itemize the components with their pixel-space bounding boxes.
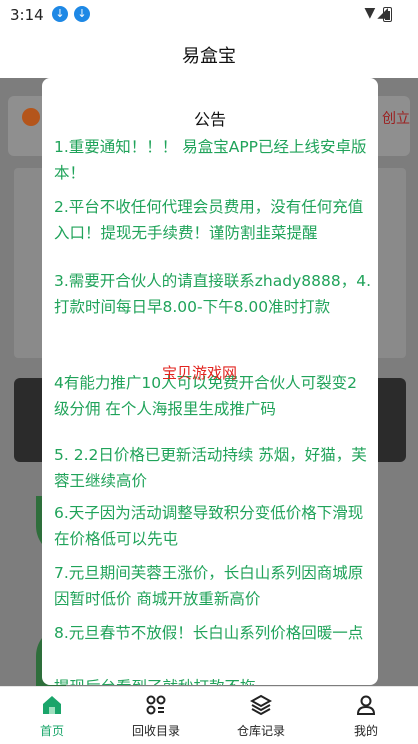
app-header: 易盒宝	[0, 30, 418, 78]
modal-title: 公告	[193, 110, 226, 129]
background-link: 创立	[382, 111, 410, 127]
status-time: 3:14	[10, 6, 44, 24]
notice-item: 1.重要通知！！！ 易盒宝APP已经上线安卓版本！	[54, 138, 367, 182]
tab-warehouse-records[interactable]: 仓库记录	[209, 687, 313, 744]
battery-icon	[383, 7, 392, 22]
bottom-tab-bar: 首页 回收目录 仓库记录 我的	[0, 686, 418, 744]
tab-home[interactable]: 首页	[0, 687, 104, 744]
notice-item: 提现后台看到了就秒打款不拖	[54, 674, 372, 685]
tab-recycle-catalog[interactable]: 回收目录	[104, 687, 208, 744]
notice-item: 6.天子因为活动调整导致积分变低价格下滑现在价格低可以先屯	[54, 504, 364, 548]
tab-label: 首页	[39, 724, 64, 738]
notice-modal: 公告 1.重要通知！！！ 易盒宝APP已经上线安卓版本！ 2.平台不收任何代理会…	[42, 78, 378, 685]
tab-label: 仓库记录	[236, 724, 285, 738]
app-title: 易盒宝	[182, 46, 236, 67]
user-icon	[356, 695, 376, 715]
notice-item: 5. 2.2日价格已更新活动持续 苏烟，好猫，芙蓉王继续高价	[54, 446, 367, 490]
status-bar: 3:14 ↓ ↓ ▼◢	[0, 0, 418, 30]
watermark: 宝贝游戏网	[162, 364, 238, 382]
tab-label: 回收目录	[131, 724, 180, 738]
home-icon	[43, 696, 61, 714]
notice-item: 3.需要开合伙人的请直接联系zhady8888，4.打款时间每日早8.00-下午…	[54, 272, 371, 316]
download-icon: ↓	[74, 6, 90, 22]
tab-mine[interactable]: 我的	[314, 687, 418, 744]
download-icon: ↓	[52, 6, 68, 22]
notice-item: 2.平台不收任何代理会员费用，没有任何充值入口！提现无手续费！谨防割韭菜提醒	[54, 198, 364, 242]
layers-icon	[250, 694, 272, 716]
grid-icon	[146, 695, 166, 715]
notice-item: 7.元旦期间芙蓉王涨价，长白山系列因商城原因暂时低价 商城开放重新高价	[54, 564, 364, 608]
tab-label: 我的	[353, 724, 378, 738]
speaker-icon	[22, 108, 40, 126]
notice-item: 8.元旦春节不放假！长白山系列价格回暖一点	[54, 624, 364, 642]
